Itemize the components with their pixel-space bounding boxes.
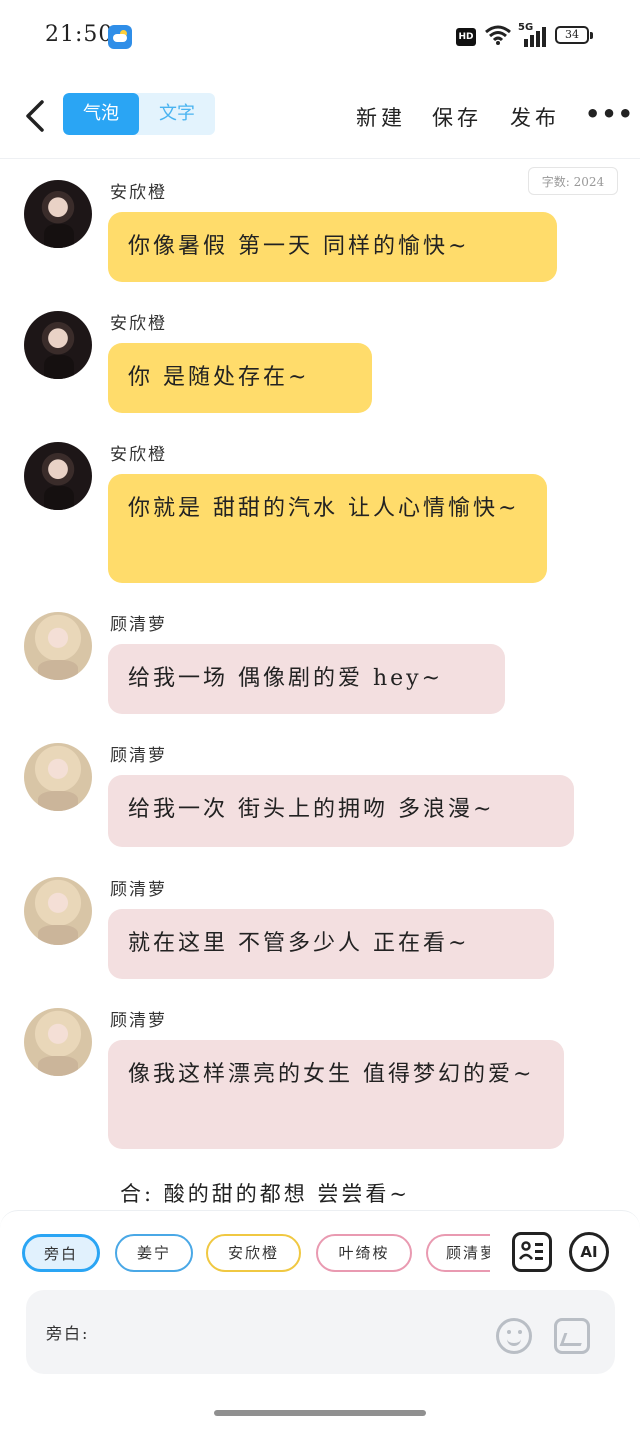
tab-text[interactable]: 文字 — [139, 93, 215, 135]
role-chip[interactable]: 叶绮桉 — [316, 1234, 412, 1272]
role-chip[interactable]: 顾清萝 — [426, 1234, 490, 1272]
sender-name: 安欣橙 — [110, 183, 167, 203]
emoji-icon[interactable] — [496, 1318, 532, 1354]
save-button[interactable]: 保存 — [432, 102, 482, 132]
message-bubble[interactable]: 你就是 甜甜的汽水 让人心情愉快~ — [108, 474, 547, 583]
new-button[interactable]: 新建 — [356, 102, 406, 132]
wifi-icon — [485, 25, 511, 45]
sender-name: 安欣橙 — [110, 314, 167, 334]
avatar[interactable] — [24, 877, 92, 945]
sender-name: 顾清萝 — [110, 615, 167, 635]
ai-button[interactable]: AI — [569, 1232, 609, 1272]
tab-bubble[interactable]: 气泡 — [63, 93, 139, 135]
avatar[interactable] — [24, 1008, 92, 1076]
message-bubble[interactable]: 给我一次 街头上的拥吻 多浪漫~ — [108, 775, 574, 847]
sender-name: 安欣橙 — [110, 445, 167, 465]
role-chip[interactable]: 姜宁 — [115, 1234, 193, 1272]
message-bubble[interactable]: 你像暑假 第一天 同样的愉快~ — [108, 212, 557, 282]
mode-segmented-control: 气泡 文字 — [63, 93, 215, 135]
narration-line[interactable]: 合: 酸的甜的都想 尝尝看~ — [120, 1178, 410, 1208]
clock: 21:50 — [45, 22, 114, 47]
avatar[interactable] — [24, 743, 92, 811]
sender-name: 顾清萝 — [110, 880, 167, 900]
word-count-badge: 字数: 2024 — [528, 167, 618, 195]
publish-button[interactable]: 发布 — [510, 102, 560, 132]
sender-name: 顾清萝 — [110, 746, 167, 766]
home-indicator[interactable] — [214, 1410, 426, 1416]
input-placeholder: 旁白: — [46, 1324, 90, 1343]
message-bubble[interactable]: 给我一场 偶像剧的爱 hey~ — [108, 644, 505, 714]
weather-icon — [108, 25, 132, 49]
top-nav: 气泡 文字 新建 保存 发布 ••• — [0, 80, 640, 159]
avatar[interactable] — [24, 311, 92, 379]
role-chip[interactable]: 安欣橙 — [206, 1234, 301, 1272]
battery-icon: 34 — [555, 26, 593, 44]
message-bubble[interactable]: 像我这样漂亮的女生 值得梦幻的爱~ — [108, 1040, 564, 1149]
message-input[interactable]: 旁白: — [26, 1290, 615, 1374]
sender-name: 顾清萝 — [110, 1011, 167, 1031]
image-icon[interactable] — [554, 1318, 590, 1354]
signal-icon — [524, 27, 546, 47]
message-bubble[interactable]: 就在这里 不管多少人 正在看~ — [108, 909, 554, 979]
status-bar: 21:50 HD 5G 34 — [0, 0, 640, 70]
back-arrow-icon[interactable] — [22, 98, 52, 134]
role-chip-narrator[interactable]: 旁白 — [22, 1234, 100, 1272]
role-list-icon[interactable] — [512, 1232, 552, 1272]
message-bubble[interactable]: 你 是随处存在~ — [108, 343, 372, 413]
avatar[interactable] — [24, 180, 92, 248]
hd-badge: HD — [456, 28, 476, 46]
avatar[interactable] — [24, 442, 92, 510]
more-icon[interactable]: ••• — [585, 100, 634, 128]
avatar[interactable] — [24, 612, 92, 680]
